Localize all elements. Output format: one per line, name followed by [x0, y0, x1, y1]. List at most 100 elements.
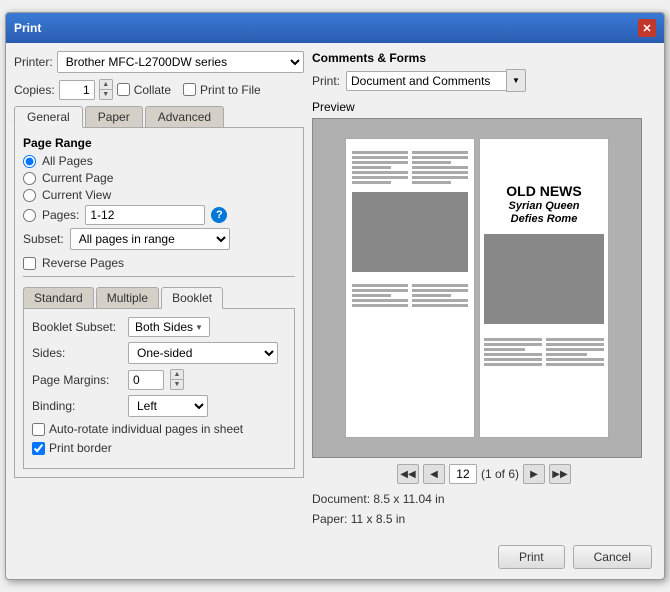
print-select-arrow[interactable]: ▼ — [506, 69, 526, 92]
binding-label: Binding: — [32, 399, 122, 413]
preview-subheadline2: Defies Rome — [484, 213, 604, 226]
print-border-label[interactable]: Print border — [32, 441, 112, 455]
preview-pages: OLD NEWS Syrian Queen Defies Rome — [345, 138, 609, 438]
page-range-title: Page Range — [23, 136, 295, 150]
footer: Print Cancel — [6, 537, 664, 579]
copies-row: Copies: ▲ ▼ Collate Print to File — [14, 79, 304, 100]
print-border-row: Print border — [32, 441, 286, 455]
copies-down[interactable]: ▼ — [100, 90, 112, 99]
nav-next-button[interactable]: ▶ — [523, 464, 545, 484]
document-size: Document: 8.5 x 11.04 in — [312, 490, 656, 509]
auto-rotate-row: Auto-rotate individual pages in sheet — [32, 422, 286, 436]
preview-headline: OLD NEWS — [484, 183, 604, 200]
print-border-checkbox[interactable] — [32, 442, 45, 455]
reverse-pages-row: Reverse Pages — [23, 256, 295, 270]
dialog-title: Print — [14, 21, 41, 35]
left-panel: Printer: Brother MFC-L2700DW series Copi… — [14, 51, 304, 528]
margins-spinner: ▲ ▼ — [170, 369, 184, 390]
reverse-pages-label: Reverse Pages — [42, 256, 124, 270]
auto-rotate-checkbox[interactable] — [32, 423, 45, 436]
print-to-file-label[interactable]: Print to File — [183, 83, 261, 97]
pages-input[interactable] — [85, 205, 205, 225]
reverse-pages-checkbox[interactable] — [23, 257, 36, 270]
copies-spinner: ▲ ▼ — [99, 79, 113, 100]
tab-content-general: Page Range All Pages Current Page Curren… — [14, 127, 304, 478]
current-view-radio[interactable] — [23, 189, 36, 202]
margins-down[interactable]: ▼ — [171, 380, 183, 389]
copies-input[interactable] — [59, 80, 95, 100]
print-button[interactable]: Print — [498, 545, 565, 569]
pages-radio[interactable] — [23, 209, 36, 222]
cancel-button[interactable]: Cancel — [573, 545, 652, 569]
comments-forms-label: Comments & Forms — [312, 51, 656, 65]
print-dialog: Print ✕ Printer: Brother MFC-L2700DW ser… — [5, 12, 665, 579]
right-panel: Comments & Forms Print: Document and Com… — [312, 51, 656, 528]
printer-select[interactable]: Brother MFC-L2700DW series — [57, 51, 304, 73]
nav-first-button[interactable]: ◀◀ — [397, 464, 419, 484]
collate-checkbox[interactable] — [117, 83, 130, 96]
sides-label: Sides: — [32, 346, 122, 360]
tab-paper[interactable]: Paper — [85, 106, 143, 127]
current-view-label: Current View — [42, 188, 111, 202]
print-select-wrapper: Document and Comments ▼ — [346, 69, 526, 92]
booklet-subset-label: Booklet Subset: — [32, 320, 122, 334]
copies-label: Copies: — [14, 83, 55, 97]
page-margins-label: Page Margins: — [32, 373, 122, 387]
auto-rotate-label[interactable]: Auto-rotate individual pages in sheet — [32, 422, 243, 436]
current-page-label: Current Page — [42, 171, 113, 185]
current-page-radio[interactable] — [23, 172, 36, 185]
print-label: Print: — [312, 74, 340, 88]
print-value-select[interactable]: Document and Comments — [346, 71, 506, 91]
page-margins-row: Page Margins: ▲ ▼ — [32, 369, 286, 390]
main-tabs: General Paper Advanced — [14, 106, 304, 127]
nav-page-input[interactable] — [449, 464, 477, 484]
preview-page-right: OLD NEWS Syrian Queen Defies Rome — [479, 138, 609, 438]
copies-up[interactable]: ▲ — [100, 80, 112, 90]
margins-up[interactable]: ▲ — [171, 370, 183, 380]
nav-prev-button[interactable]: ◀ — [423, 464, 445, 484]
subset-label: Subset: — [23, 232, 64, 246]
subset-dropdown-arrow: ▼ — [195, 323, 203, 332]
sub-tab-standard[interactable]: Standard — [23, 287, 94, 308]
all-pages-row: All Pages — [23, 154, 295, 168]
print-to-file-checkbox[interactable] — [183, 83, 196, 96]
booklet-subset-row: Booklet Subset: Both Sides ▼ — [32, 317, 286, 337]
comments-forms-section: Comments & Forms Print: Document and Com… — [312, 51, 656, 92]
title-bar: Print ✕ — [6, 13, 664, 43]
all-pages-radio[interactable] — [23, 155, 36, 168]
printer-label: Printer: — [14, 55, 53, 69]
subset-select[interactable]: All pages in range — [70, 228, 230, 250]
doc-info: Document: 8.5 x 11.04 in Paper: 11 x 8.5… — [312, 490, 656, 528]
tab-advanced[interactable]: Advanced — [145, 106, 224, 127]
divider — [23, 276, 295, 277]
binding-row: Binding: Left — [32, 395, 286, 417]
current-view-row: Current View — [23, 188, 295, 202]
preview-subheadline1: Syrian Queen — [484, 200, 604, 213]
preview-image-right — [484, 234, 604, 324]
printer-row: Printer: Brother MFC-L2700DW series — [14, 51, 304, 73]
sub-tab-multiple[interactable]: Multiple — [96, 287, 159, 308]
preview-label: Preview — [312, 100, 656, 114]
booklet-subset-dropdown[interactable]: Both Sides ▼ — [128, 317, 210, 337]
sides-select[interactable]: One-sided — [128, 342, 278, 364]
current-page-row: Current Page — [23, 171, 295, 185]
sub-tabs: Standard Multiple Booklet — [23, 287, 295, 308]
print-row: Print: Document and Comments ▼ — [312, 69, 656, 92]
preview-page-left — [345, 138, 475, 438]
preview-image-left — [352, 192, 468, 272]
pages-row: Pages: ? — [23, 205, 295, 225]
nav-page-info: (1 of 6) — [481, 467, 519, 481]
sides-row: Sides: One-sided — [32, 342, 286, 364]
collate-label[interactable]: Collate — [117, 83, 171, 97]
tab-general[interactable]: General — [14, 106, 83, 128]
subset-row: Subset: All pages in range — [23, 228, 295, 250]
page-margins-input[interactable] — [128, 370, 164, 390]
close-button[interactable]: ✕ — [638, 19, 656, 37]
nav-last-button[interactable]: ▶▶ — [549, 464, 571, 484]
nav-bar: ◀◀ ◀ (1 of 6) ▶ ▶▶ — [312, 464, 656, 484]
help-icon[interactable]: ? — [211, 207, 227, 223]
sub-tab-booklet[interactable]: Booklet — [161, 287, 223, 309]
binding-select[interactable]: Left — [128, 395, 208, 417]
all-pages-label: All Pages — [42, 154, 93, 168]
preview-section: Preview — [312, 100, 656, 528]
